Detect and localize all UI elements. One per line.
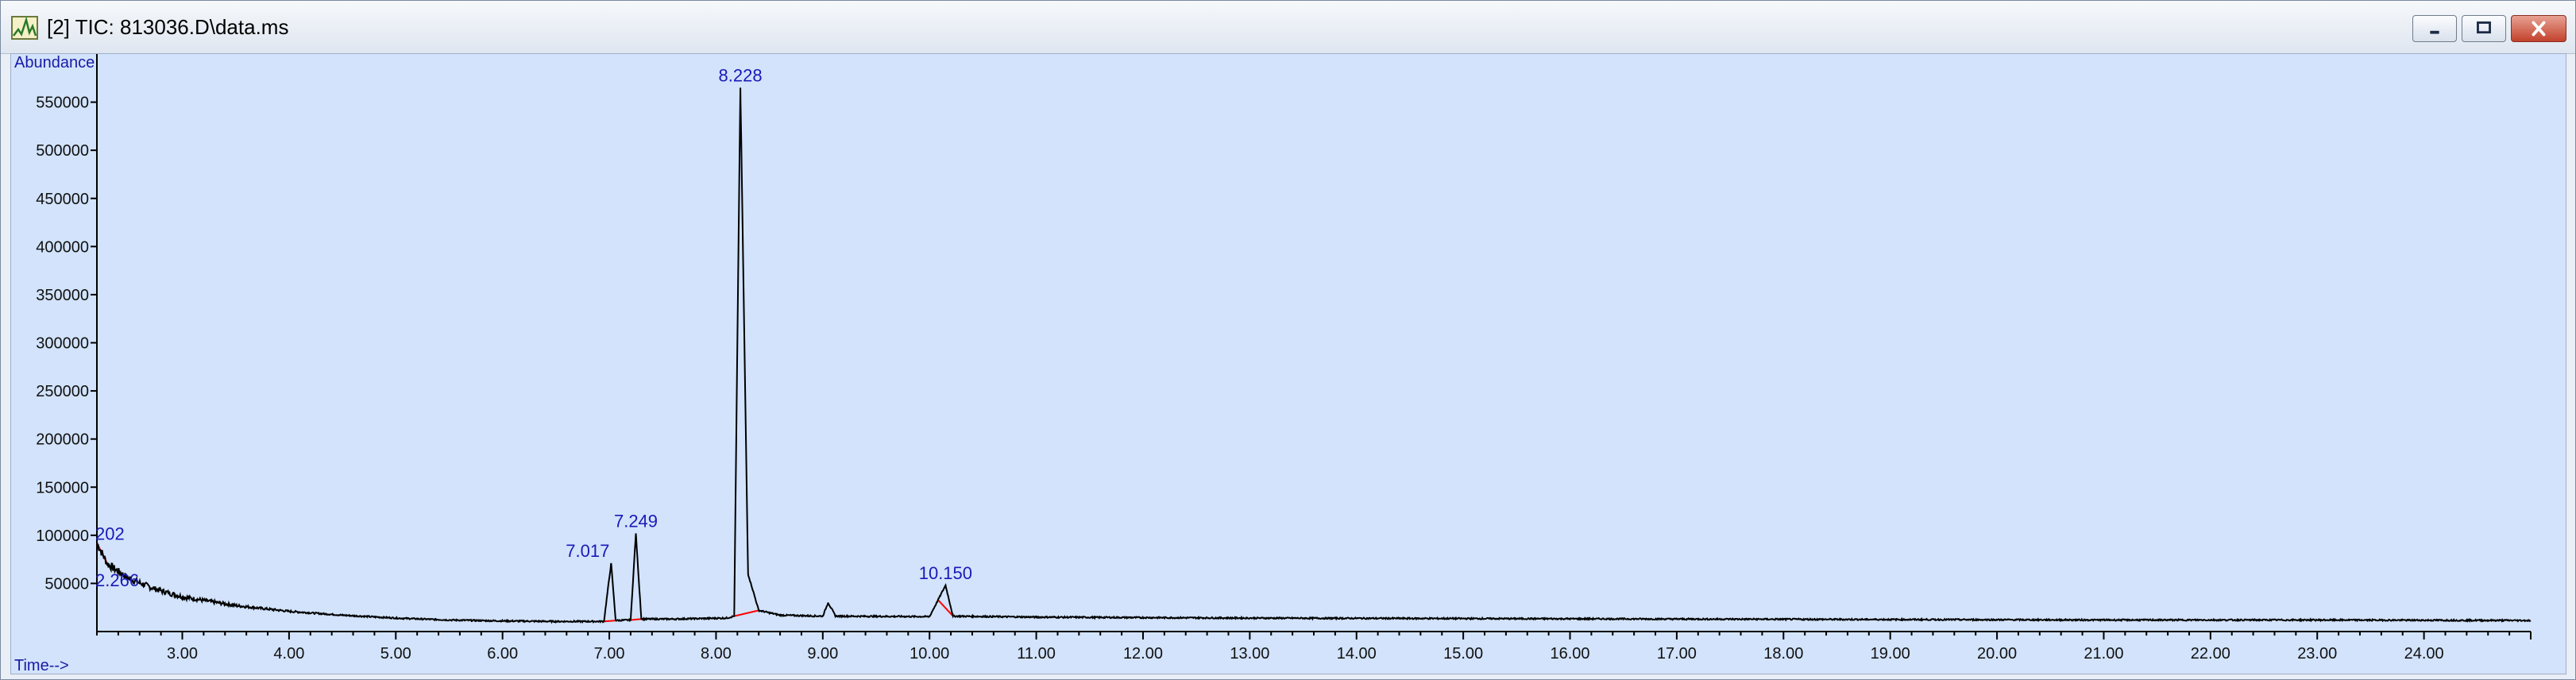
peak-label: 10.150	[919, 563, 972, 583]
chart-area: Abundance Time--> 50000 100000 150000 20000…	[10, 53, 2566, 674]
chromatogram-app-icon	[11, 16, 38, 40]
y-tick-label: 300000	[36, 335, 89, 353]
y-tick-label: 250000	[36, 383, 89, 400]
title-bar[interactable]: [2] TIC: 813036.D\data.ms	[1, 1, 2575, 54]
x-axis-label: Time-->	[14, 657, 69, 674]
x-tick-label: 3.00	[167, 645, 198, 663]
x-tick-label: 24.00	[2404, 645, 2444, 663]
x-tick-label: 22.00	[2191, 645, 2230, 663]
x-tick-label: 15.00	[1443, 645, 1483, 663]
y-tick-label: 50000	[44, 575, 89, 593]
y-tick-label: 400000	[36, 238, 89, 256]
x-tick-label: 23.00	[2297, 645, 2337, 663]
tic-trace-line	[96, 87, 2532, 624]
window-title: [2] TIC: 813036.D\data.ms	[47, 15, 289, 39]
close-icon	[2532, 21, 2546, 37]
y-tick-label: 150000	[36, 479, 89, 496]
peak-label: 2.266	[95, 570, 139, 590]
peak-labels: 202 2.266 7.0177.249 8.228 10.150	[95, 65, 972, 590]
x-tick-label: 11.00	[1017, 645, 1056, 663]
y-tick-label: 100000	[36, 527, 89, 545]
x-tick-label: 16.00	[1550, 645, 1589, 663]
peak-label: 7.017	[566, 541, 609, 561]
x-tick-label: 17.00	[1657, 645, 1697, 663]
y-axis-label: Abundance	[14, 54, 95, 71]
peak-label: 8.228	[719, 65, 763, 85]
x-tick-label: 13.00	[1230, 645, 1269, 663]
x-tick-label: 20.00	[1977, 645, 2017, 663]
x-ticks: 3.00 4.00 5.00 6.00 7.00 8.00 9.00 10.00 11.00 12…	[96, 632, 2532, 663]
x-tick-label: 19.00	[1871, 645, 1910, 663]
x-tick-label: 7.00	[594, 645, 625, 663]
restore-icon	[2477, 21, 2491, 34]
y-ticks: 50000 100000 150000 200000 250000 300000 35000…	[36, 95, 97, 593]
integration-baseline	[604, 620, 616, 623]
x-tick-label: 5.00	[380, 645, 411, 663]
minimize-button[interactable]	[2412, 15, 2457, 42]
integration-baseline	[734, 609, 759, 617]
chromatogram-window: [2] TIC: 813036.D\data.ms Abundance Time…	[0, 0, 2576, 680]
peak-label: 7.249	[614, 511, 658, 531]
x-tick-label: 18.00	[1763, 645, 1803, 663]
x-tick-label: 6.00	[487, 645, 518, 663]
x-tick-label: 14.00	[1337, 645, 1377, 663]
x-tick-label: 10.00	[910, 645, 949, 663]
x-tick-label: 8.00	[701, 645, 732, 663]
tic-chromatogram-chart: Abundance Time--> 50000 100000 150000 20000…	[14, 54, 2532, 674]
integration-baseline	[630, 618, 642, 621]
peak-label: 202	[95, 524, 125, 544]
x-tick-label: 21.00	[2084, 645, 2123, 663]
restore-button[interactable]	[2462, 15, 2506, 42]
y-tick-label: 200000	[36, 431, 89, 449]
y-tick-label: 350000	[36, 287, 89, 304]
minimize-icon	[2430, 30, 2439, 34]
y-tick-label: 500000	[36, 142, 89, 160]
y-tick-label: 450000	[36, 191, 89, 208]
close-button[interactable]	[2511, 15, 2566, 42]
x-tick-label: 9.00	[807, 645, 838, 663]
y-tick-label: 550000	[36, 95, 89, 112]
x-tick-label: 12.00	[1123, 645, 1163, 663]
x-tick-label: 4.00	[273, 645, 304, 663]
